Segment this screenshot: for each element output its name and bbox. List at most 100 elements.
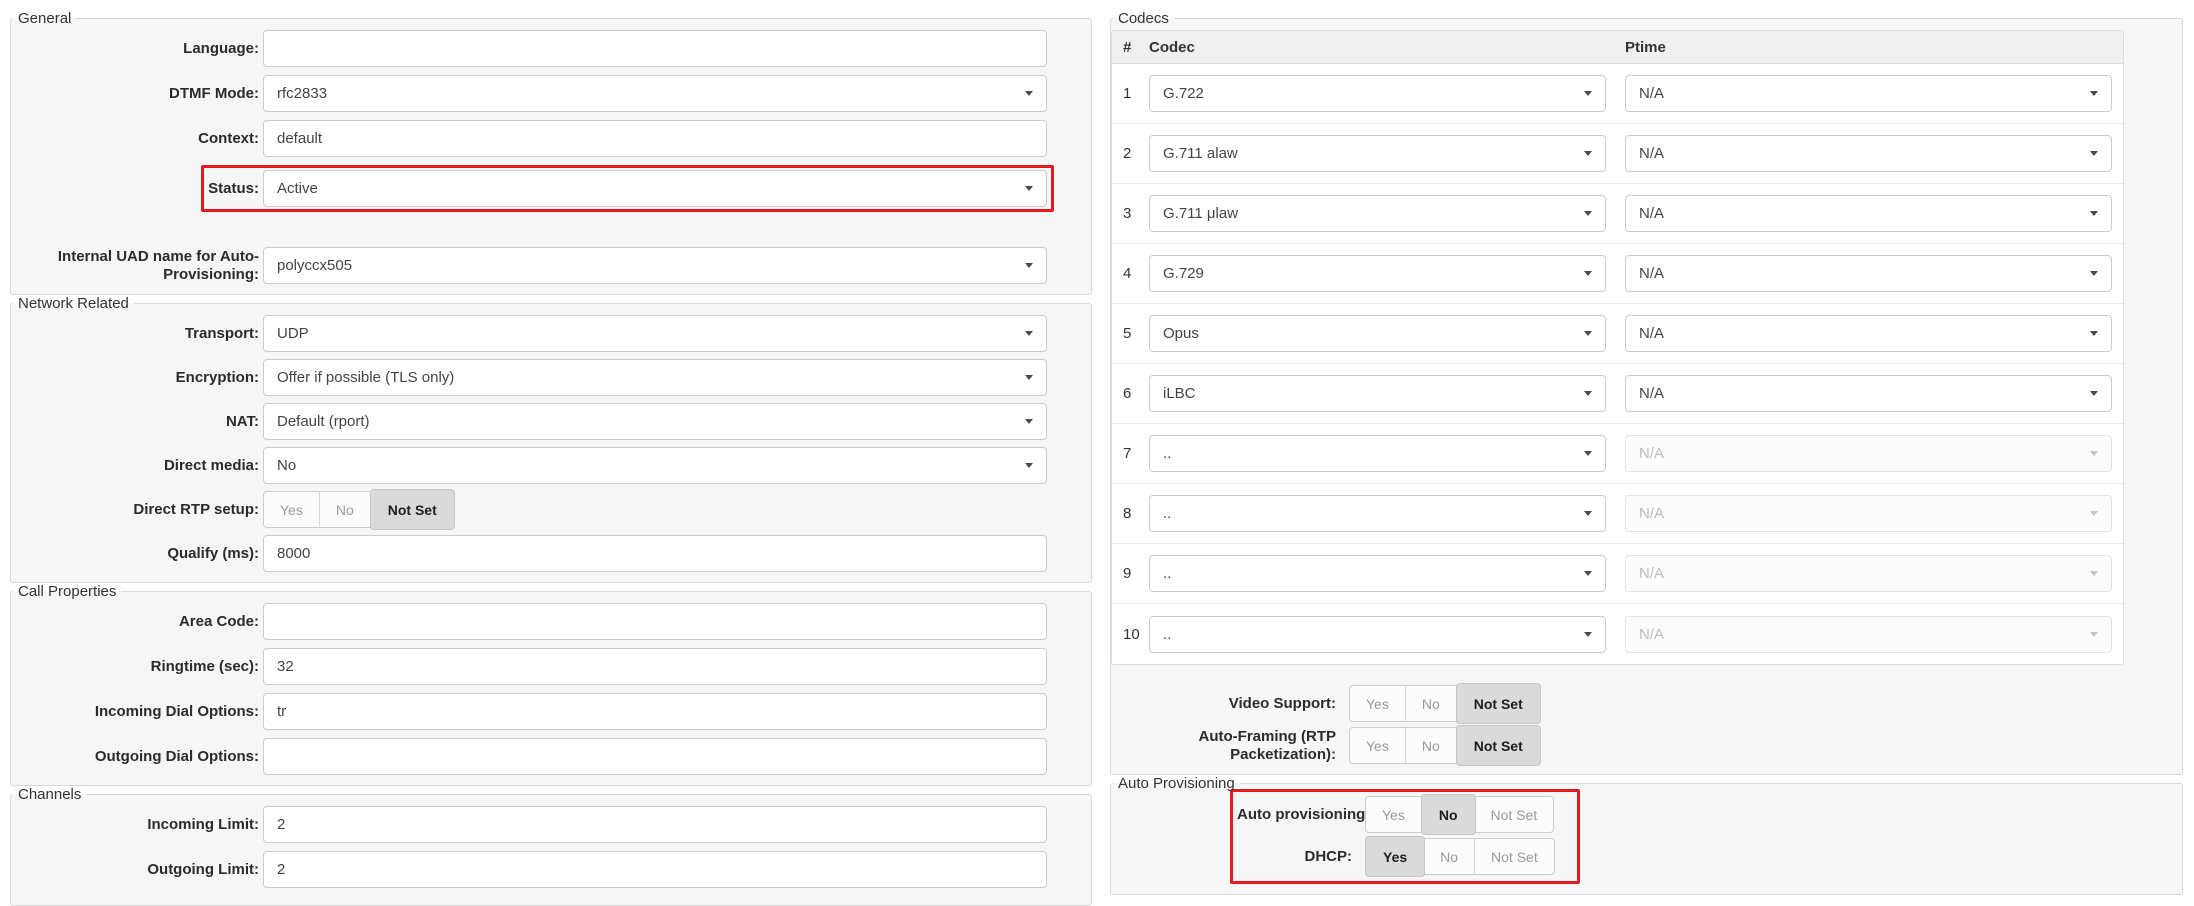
chevron-down-icon [1584, 151, 1592, 156]
codec-value: .. [1163, 565, 1171, 582]
encryption-select[interactable]: Offer if possible (TLS only) [263, 359, 1047, 396]
codec-select[interactable]: Opus [1149, 315, 1606, 352]
video-support-row: Video Support: Yes No Not Set [1111, 685, 2182, 722]
transport-label: Transport: [11, 325, 263, 343]
ptime-select[interactable]: N/A [1625, 375, 2112, 412]
dhcp-no-button[interactable]: No [1424, 839, 1475, 874]
nat-select[interactable]: Default (rport) [263, 403, 1047, 440]
codec-select[interactable]: iLBC [1149, 375, 1606, 412]
chevron-down-icon [1584, 271, 1592, 276]
codecs-section: Codecs # Codec Ptime 1 G.722 N/A 2 [1110, 10, 2183, 775]
ptime-select[interactable]: N/A [1625, 616, 2112, 653]
auto-framing-no-button[interactable]: No [1406, 728, 1457, 763]
context-label: Context: [11, 130, 263, 148]
incoming-limit-label: Incoming Limit: [11, 816, 263, 834]
ptime-select[interactable]: N/A [1625, 435, 2112, 472]
codec-row: 1 G.722 N/A [1112, 64, 2123, 124]
auto-framing-notset-button[interactable]: Not Set [1456, 725, 1541, 766]
direct-rtp-setup-field-wrap: Yes No Not Set [263, 491, 1047, 528]
direct-media-select[interactable]: No [263, 447, 1047, 484]
incoming-dial-options-input[interactable] [263, 693, 1047, 730]
codec-select[interactable]: G.729 [1149, 255, 1606, 292]
ringtime-input[interactable] [263, 648, 1047, 685]
chevron-down-icon [2090, 451, 2098, 456]
qualify-input[interactable] [263, 535, 1047, 572]
transport-select[interactable]: UDP [263, 315, 1047, 352]
ptime-select[interactable]: N/A [1625, 75, 2112, 112]
chevron-down-icon [1025, 91, 1033, 96]
auto-provisioning-notset-button[interactable]: Not Set [1475, 797, 1554, 832]
ptime-select[interactable]: N/A [1625, 495, 2112, 532]
area-code-row: Area Code: [11, 603, 1091, 640]
video-support-yes-button[interactable]: Yes [1350, 686, 1406, 721]
video-support-no-button[interactable]: No [1406, 686, 1457, 721]
language-field-wrap [263, 30, 1047, 67]
codec-select[interactable]: .. [1149, 616, 1606, 653]
codec-select[interactable]: .. [1149, 555, 1606, 592]
area-code-field-wrap [263, 603, 1047, 640]
uad-name-select[interactable]: polyccx505 [263, 247, 1047, 284]
codec-value: G.722 [1163, 85, 1204, 102]
dhcp-notset-button[interactable]: Not Set [1475, 839, 1554, 874]
chevron-down-icon [2090, 151, 2098, 156]
chevron-down-icon [1584, 91, 1592, 96]
auto-framing-row: Auto-Framing (RTP Packetization): Yes No… [1111, 727, 2182, 764]
codec-row-number: 7 [1112, 445, 1149, 462]
ptime-select[interactable]: N/A [1625, 315, 2112, 352]
outgoing-dial-options-row: Outgoing Dial Options: [11, 738, 1091, 775]
incoming-dial-options-field-wrap [263, 693, 1047, 730]
qualify-label: Qualify (ms): [11, 545, 263, 563]
video-support-notset-button[interactable]: Not Set [1456, 683, 1541, 724]
area-code-input[interactable] [263, 603, 1047, 640]
auto-provisioning-no-button[interactable]: No [1421, 794, 1476, 835]
direct-media-field-wrap: No [263, 447, 1047, 484]
ptime-select[interactable]: N/A [1625, 255, 2112, 292]
codec-value: .. [1163, 626, 1171, 643]
dhcp-yes-button[interactable]: Yes [1365, 836, 1425, 877]
transport-field-wrap: UDP [263, 315, 1047, 352]
ptime-select[interactable]: N/A [1625, 195, 2112, 232]
auto-provisioning-label: Auto provisioning: [1237, 806, 1365, 823]
incoming-limit-input[interactable] [263, 806, 1047, 843]
ptime-value: N/A [1639, 205, 1664, 222]
codec-select[interactable]: .. [1149, 495, 1606, 532]
outgoing-dial-options-input[interactable] [263, 738, 1047, 775]
chevron-down-icon [2090, 391, 2098, 396]
ptime-select[interactable]: N/A [1625, 555, 2112, 592]
chevron-down-icon [1025, 375, 1033, 380]
chevron-down-icon [1025, 263, 1033, 268]
codec-select[interactable]: G.711 alaw [1149, 135, 1606, 172]
codec-select[interactable]: G.722 [1149, 75, 1606, 112]
dtmf-mode-select[interactable]: rfc2833 [263, 75, 1047, 112]
auto-provisioning-yes-button[interactable]: Yes [1366, 797, 1422, 832]
nat-row: NAT: Default (rport) [11, 403, 1091, 440]
outgoing-limit-row: Outgoing Limit: [11, 851, 1091, 888]
context-input[interactable] [263, 120, 1047, 157]
network-related-section: Network Related Transport: UDP Encryptio… [10, 295, 1092, 583]
codecs-table: # Codec Ptime 1 G.722 N/A 2 G.711 alaw [1111, 30, 2124, 665]
qualify-field-wrap [263, 535, 1047, 572]
outgoing-limit-label: Outgoing Limit: [11, 861, 263, 879]
codec-value: .. [1163, 505, 1171, 522]
chevron-down-icon [2090, 211, 2098, 216]
direct-rtp-yes-button[interactable]: Yes [264, 492, 320, 527]
direct-rtp-notset-button[interactable]: Not Set [370, 489, 455, 530]
language-input[interactable] [263, 30, 1047, 67]
call-properties-section: Call Properties Area Code: Ringtime (sec… [10, 583, 1092, 786]
codecs-table-header: # Codec Ptime [1112, 31, 2123, 64]
codec-select[interactable]: G.711 μlaw [1149, 195, 1606, 232]
codec-select[interactable]: .. [1149, 435, 1606, 472]
chevron-down-icon [1584, 632, 1592, 637]
auto-framing-yes-button[interactable]: Yes [1350, 728, 1406, 763]
ptime-select[interactable]: N/A [1625, 135, 2112, 172]
dtmf-mode-value: rfc2833 [277, 85, 327, 102]
auto-provisioning-toggle: Yes No Not Set [1365, 796, 1554, 833]
channels-section: Channels Incoming Limit: Outgoing Limit: [10, 786, 1092, 906]
dtmf-mode-row: DTMF Mode: rfc2833 [11, 75, 1091, 112]
codec-value: .. [1163, 445, 1171, 462]
outgoing-limit-input[interactable] [263, 851, 1047, 888]
call-properties-legend: Call Properties [13, 583, 121, 600]
channels-legend: Channels [13, 786, 86, 803]
status-select[interactable]: Active [263, 170, 1047, 207]
direct-rtp-no-button[interactable]: No [320, 492, 371, 527]
